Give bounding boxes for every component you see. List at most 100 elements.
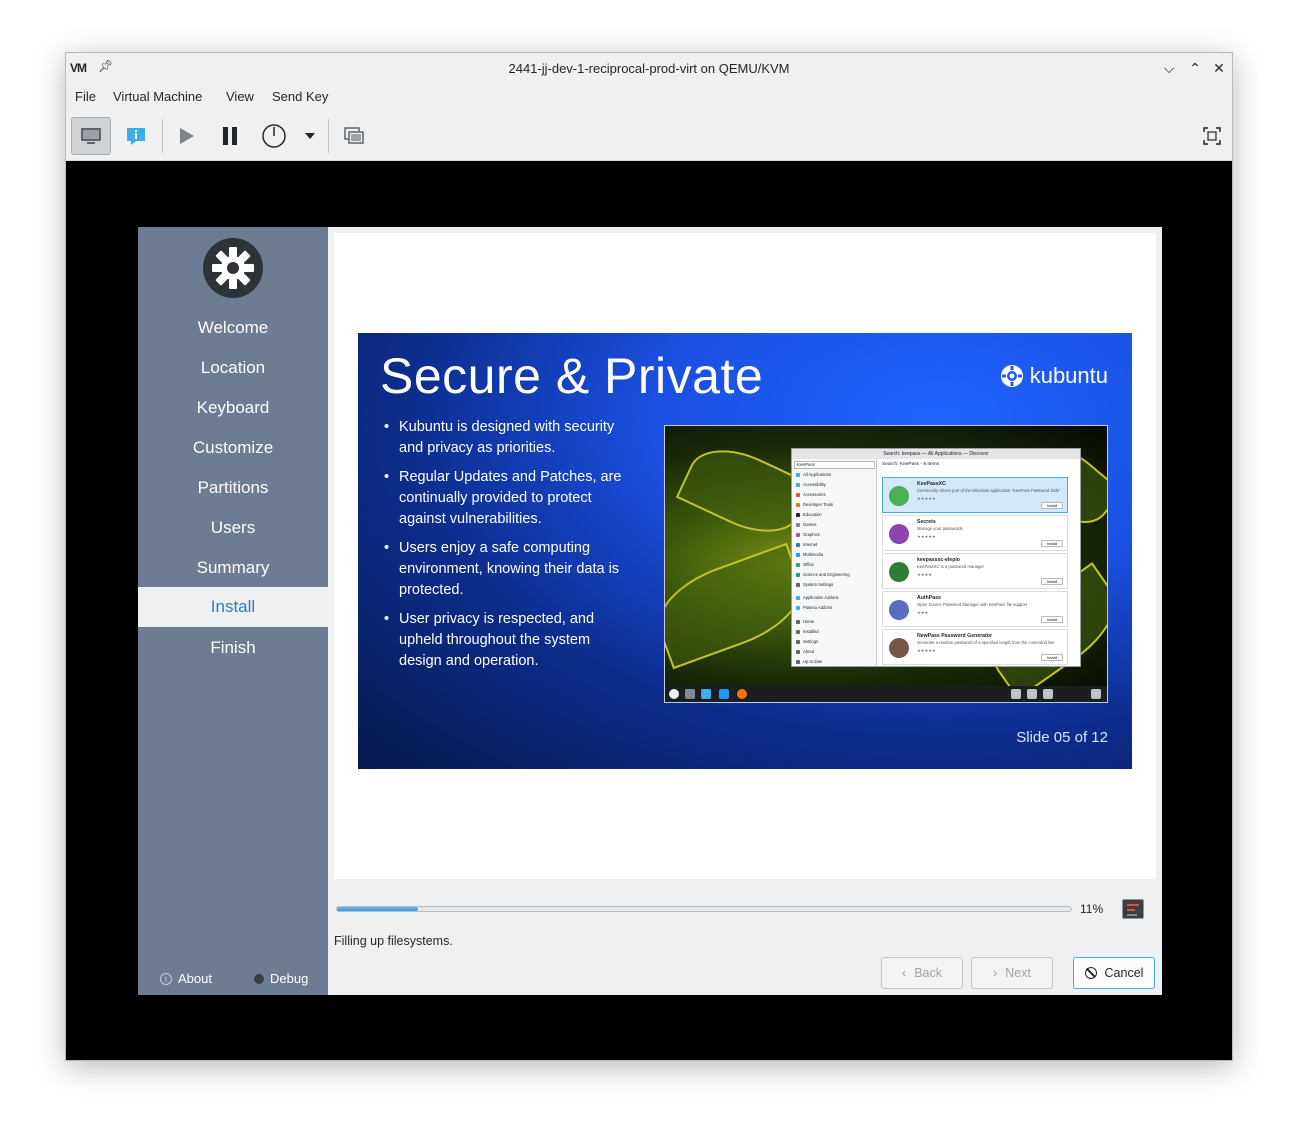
- category-item: Application Addons: [796, 595, 839, 600]
- app-name: keepassxc-elepio: [917, 557, 960, 563]
- title-bar[interactable]: VM 📌︎ 2441-jj-dev-1-reciprocal-prod-virt…: [66, 53, 1232, 83]
- step-summary: Summary: [196, 558, 270, 577]
- toggle-log-button[interactable]: [1122, 899, 1144, 919]
- fullscreen-icon: [1203, 127, 1221, 145]
- category-icon: [796, 629, 800, 634]
- install-button: Install: [1041, 502, 1063, 509]
- category-item: Internet: [796, 542, 817, 547]
- kubuntu-brand: kubuntu: [1000, 363, 1108, 389]
- window-title: 2441-jj-dev-1-reciprocal-prod-virt on QE…: [508, 61, 790, 76]
- step-install: Install: [138, 587, 328, 627]
- category-icon: [796, 482, 800, 487]
- app-name: Secrets: [917, 519, 936, 525]
- menu-file[interactable]: File: [75, 89, 96, 104]
- slide-counter: Slide 05 of 12: [1016, 729, 1108, 746]
- pause-button[interactable]: [210, 117, 250, 155]
- slide-screenshot: Search: keepass — All Applications — Dis…: [664, 425, 1108, 703]
- rating-stars-icon: ★★★: [917, 610, 929, 615]
- category-item: Science and Engineering: [796, 572, 850, 577]
- install-button: Install: [1041, 616, 1063, 623]
- discover-window: Search: keepass — All Applications — Dis…: [791, 448, 1081, 667]
- debug-button[interactable]: Debug: [254, 971, 308, 986]
- newpass-icon: [889, 638, 909, 658]
- pager-icon: [685, 689, 695, 699]
- toolbar-separator: [328, 119, 329, 153]
- category-item: Games: [796, 522, 817, 527]
- log-line: [1127, 914, 1137, 916]
- step-customize: Customize: [192, 438, 274, 457]
- install-button: Install: [1041, 540, 1063, 547]
- installer-sidebar: Welcome Location Keyboard Customize Part…: [138, 227, 328, 995]
- keepassxc-elepio-icon: [889, 562, 909, 582]
- category-icon: [796, 522, 800, 527]
- brand-name: kubuntu: [1029, 363, 1108, 388]
- menu-send-key[interactable]: Send Key: [272, 89, 328, 104]
- cancel-icon: [1084, 967, 1097, 979]
- rating-stars-icon: ★★★★: [917, 572, 933, 577]
- menu-view[interactable]: View: [226, 89, 254, 104]
- fullscreen-button[interactable]: [1192, 117, 1232, 155]
- authpass-icon: [889, 600, 909, 620]
- bullet: Regular Updates and Patches, are continu…: [384, 467, 634, 530]
- discover-sidebar: KeePass All Applications Accessibility A…: [792, 459, 877, 666]
- tray-icon: [1027, 689, 1037, 699]
- install-button: Install: [1041, 578, 1063, 585]
- console-button[interactable]: [71, 117, 111, 155]
- category-item: Multimedia: [796, 552, 823, 557]
- category-icon: [796, 532, 800, 537]
- run-button[interactable]: [166, 117, 206, 155]
- app-description: Manage your passwords: [917, 526, 963, 531]
- info-circle-icon: i: [160, 972, 172, 985]
- maximize-icon[interactable]: ⌃: [1185, 58, 1205, 78]
- snapshots-icon: [344, 127, 364, 144]
- tray-icon: [1011, 689, 1021, 699]
- menu-virtual-machine[interactable]: Virtual Machine: [113, 89, 202, 104]
- log-line: [1127, 909, 1135, 911]
- about-button[interactable]: i About: [160, 971, 212, 986]
- play-icon: [180, 128, 194, 144]
- back-label: Back: [914, 966, 942, 980]
- category-item: Graphics: [796, 532, 820, 537]
- install-button: Install: [1041, 654, 1063, 661]
- snapshots-button[interactable]: [334, 117, 374, 155]
- category-icon: [796, 649, 800, 654]
- next-button[interactable]: › Next: [971, 957, 1053, 989]
- category-item: Accessories: [796, 492, 826, 497]
- details-button[interactable]: [116, 117, 156, 155]
- next-label: Next: [1005, 966, 1031, 980]
- cancel-label: Cancel: [1104, 966, 1144, 980]
- debug-label: Debug: [270, 971, 309, 986]
- cancel-button[interactable]: Cancel: [1073, 957, 1155, 989]
- vm-display[interactable]: Welcome Location Keyboard Customize Part…: [66, 161, 1232, 1060]
- slideshow-area: Secure & Private kubuntu • Kubuntu is de…: [334, 233, 1156, 879]
- app-name: KeePassXC: [917, 481, 946, 487]
- about-label: About: [178, 971, 212, 986]
- debug-icon: [254, 973, 264, 984]
- step-users: Users: [210, 518, 256, 537]
- shutdown-menu-button[interactable]: [298, 117, 322, 155]
- bullet: Users enjoy a safe computing environment…: [384, 538, 634, 601]
- category-icon: [796, 472, 800, 477]
- category-item: Education: [796, 512, 822, 517]
- back-button[interactable]: ‹ Back: [881, 957, 963, 989]
- rating-stars-icon: ★★★★★: [917, 496, 936, 501]
- toolbar: [66, 111, 1232, 161]
- power-icon: [262, 124, 286, 148]
- category-item: System Settings: [796, 582, 833, 587]
- close-icon[interactable]: ✕: [1209, 58, 1229, 78]
- discover-task-icon: [701, 689, 711, 699]
- category-item: All Applications: [796, 472, 831, 477]
- category-icon: [796, 595, 800, 600]
- step-welcome: Welcome: [197, 318, 269, 337]
- shutdown-button[interactable]: [254, 117, 294, 155]
- slide-title: Secure & Private: [380, 348, 764, 404]
- install-status: Filling up filesystems.: [334, 934, 453, 948]
- firefox-icon: [737, 689, 747, 699]
- chevron-left-icon: ‹: [902, 966, 907, 980]
- category-icon: [796, 605, 800, 610]
- app-card: NewPass Password Generator Generate a ra…: [882, 629, 1068, 665]
- category-icon: [796, 572, 800, 577]
- category-item: Home: [796, 619, 814, 624]
- tray-icon: [1043, 689, 1053, 699]
- minimize-icon[interactable]: ⌵: [1159, 58, 1179, 78]
